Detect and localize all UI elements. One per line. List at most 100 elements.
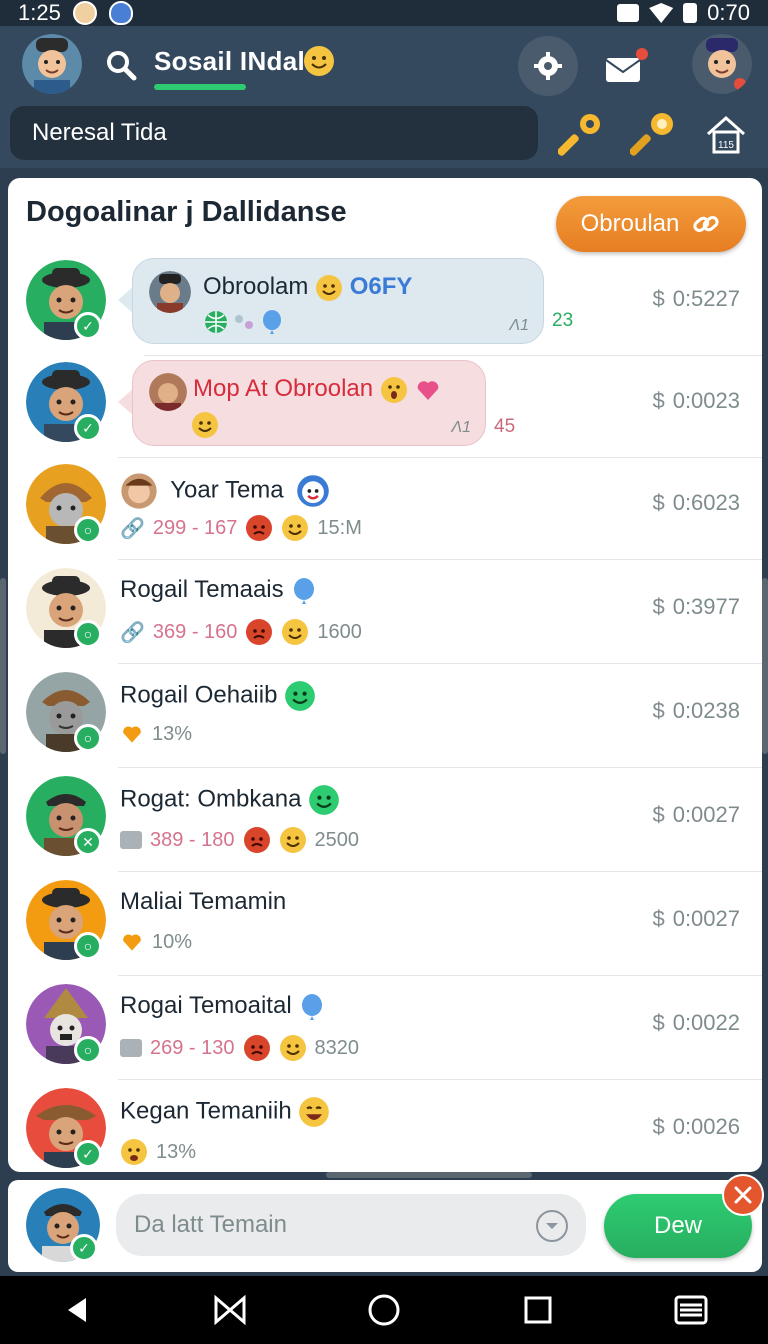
heart-icon	[418, 380, 439, 400]
wifi-icon	[649, 3, 674, 23]
angry-emoji-icon	[243, 827, 270, 853]
menu-icon[interactable]	[671, 1290, 711, 1330]
row-meta: 🔗 299 - 167 15:M	[120, 514, 362, 542]
chat-row[interactable]: ✓ Mop At Obroolan Λ1 45 $0:0023	[8, 354, 762, 458]
smiley-emoji-icon	[279, 827, 306, 853]
row-meta: 389 - 180 2500	[120, 826, 359, 854]
contact-name: Rogai Temoaital	[120, 992, 326, 1021]
read-tick: Λ1	[451, 419, 471, 436]
row-meta: 10%	[120, 930, 192, 954]
angry-emoji-icon	[246, 515, 273, 541]
contact-name: Rogail Temaais	[120, 576, 318, 605]
search-input[interactable]: Neresal Tida	[10, 106, 538, 160]
scroll-indicator[interactable]	[326, 1172, 532, 1178]
recent-icon[interactable]	[210, 1290, 250, 1330]
row-meta: 🔗 369 - 160 1600	[120, 618, 362, 646]
balloon-icon	[302, 993, 323, 1020]
globe-icon	[205, 311, 227, 333]
obroulan-button[interactable]: Obroulan	[556, 196, 746, 252]
chat-row[interactable]: ✕ Rogat: Ombkana 389 - 180 2500 $0:0027	[8, 768, 762, 872]
price: $0:0023	[652, 388, 740, 413]
svg-text:115: 115	[718, 140, 734, 151]
avatar-emoji-icon	[121, 473, 157, 509]
laughing-emoji-icon	[299, 1097, 330, 1127]
smiley-emoji-icon	[192, 412, 218, 438]
briefcase-icon	[120, 1039, 142, 1057]
chat-row[interactable]: ✓ Kegan Temaniih 13% $0:0026	[8, 1080, 762, 1172]
crying-emoji-icon	[121, 1139, 147, 1165]
link-icon	[693, 216, 719, 232]
home-circle-icon[interactable]	[364, 1290, 404, 1330]
chat-row[interactable]: ○ Rogail Oehaiib 13% $0:0238	[8, 664, 762, 768]
key-icon[interactable]	[557, 110, 606, 158]
row-meta: 13%	[120, 722, 192, 746]
smiley-emoji-icon	[282, 619, 309, 645]
status-bar: 1:25 0:70	[0, 0, 768, 26]
angry-emoji-icon	[246, 619, 273, 645]
contact-name: Rogail Oehaiib	[120, 680, 316, 712]
smiley-emoji-icon	[282, 515, 309, 541]
back-icon[interactable]	[57, 1290, 97, 1330]
chevron-down-icon[interactable]	[536, 1210, 568, 1242]
system-nav-bar	[0, 1276, 768, 1344]
right-edge-handle[interactable]	[762, 578, 768, 754]
angry-emoji-icon	[243, 1035, 270, 1061]
app-header: Sosail INdal Neresal Tida 115	[0, 26, 768, 168]
price: $0:6023	[652, 490, 740, 515]
home-icon[interactable]: 115	[704, 112, 748, 156]
balloon-icon	[263, 310, 281, 334]
row-meta: 13%	[120, 1138, 196, 1166]
chat-row[interactable]: ○ Maliai Temamin 10% $0:0027	[8, 872, 762, 976]
price: $0:5227	[652, 286, 740, 311]
online-check-badge: ✓	[74, 312, 102, 340]
price: $0:0026	[652, 1114, 740, 1139]
contacts-list-card: Dogoalinar j Dallidanse Obroulan ✓ Obroo…	[8, 178, 762, 1172]
online-ring-badge: ○	[74, 1036, 102, 1064]
face-emoji-icon	[297, 475, 330, 507]
price: $0:0027	[652, 802, 740, 827]
smiley-emoji-icon	[302, 44, 336, 78]
price: $0:3977	[652, 594, 740, 619]
close-icon[interactable]	[722, 1174, 764, 1216]
message-input[interactable]: Da latt Temain	[116, 1194, 586, 1256]
online-check-badge: ✓	[74, 1140, 102, 1168]
online-check-badge: ✓	[70, 1234, 98, 1262]
search-icon[interactable]	[104, 48, 138, 82]
bubble-icons	[203, 309, 285, 335]
online-ring-badge: ○	[74, 620, 102, 648]
chat-row[interactable]: ○ Rogai Temoaital 269 - 130 8320 $0:0022	[8, 976, 762, 1080]
bubble-icons	[191, 411, 219, 439]
read-tick: Λ1	[509, 317, 529, 334]
green-smiley-emoji-icon	[309, 785, 339, 815]
message-tag: O6FY	[349, 273, 413, 300]
link-icon: 🔗	[120, 621, 145, 644]
chat-row[interactable]: ✓ Obroolam O6FY Λ1 23 $0:5227	[8, 252, 762, 356]
profile-avatar[interactable]	[22, 34, 82, 94]
bubble-avatar	[149, 373, 187, 411]
heart-icon	[123, 726, 141, 743]
contact-name: Maliai Temamin	[120, 888, 287, 915]
network-icon	[617, 4, 640, 22]
message-bubble[interactable]: Obroolam O6FY Λ1	[132, 258, 544, 344]
app-title[interactable]: Sosail INdal	[154, 46, 305, 77]
briefcase-icon	[120, 831, 142, 849]
contact-name: Yoar Tema	[120, 472, 330, 510]
online-ring-badge: ○	[74, 932, 102, 960]
secondary-avatar[interactable]	[692, 34, 752, 94]
list-title: Dogoalinar j Dallidanse	[26, 196, 347, 228]
heart-icon	[123, 934, 141, 951]
left-edge-handle[interactable]	[0, 578, 6, 754]
sparkle-icon	[235, 315, 253, 329]
chat-row[interactable]: ○ Yoar Tema 🔗 299 - 167 15:M $0:6023	[8, 456, 762, 560]
chat-row[interactable]: ○ Rogail Temaais 🔗 369 - 160 1600 $0:397…	[8, 560, 762, 664]
square-icon[interactable]	[518, 1290, 558, 1330]
settings-button[interactable]	[518, 36, 578, 96]
message-bubble[interactable]: Mop At Obroolan Λ1	[132, 360, 486, 446]
mail-icon[interactable]	[604, 46, 648, 86]
online-ring-badge: ○	[74, 516, 102, 544]
obroulan-button-label: Obroulan	[580, 210, 680, 237]
price: $0:0027	[652, 906, 740, 931]
online-check-badge: ✓	[74, 414, 102, 442]
key-icon-2[interactable]	[629, 110, 678, 158]
contact-name: Rogat: Ombkana	[120, 784, 340, 816]
